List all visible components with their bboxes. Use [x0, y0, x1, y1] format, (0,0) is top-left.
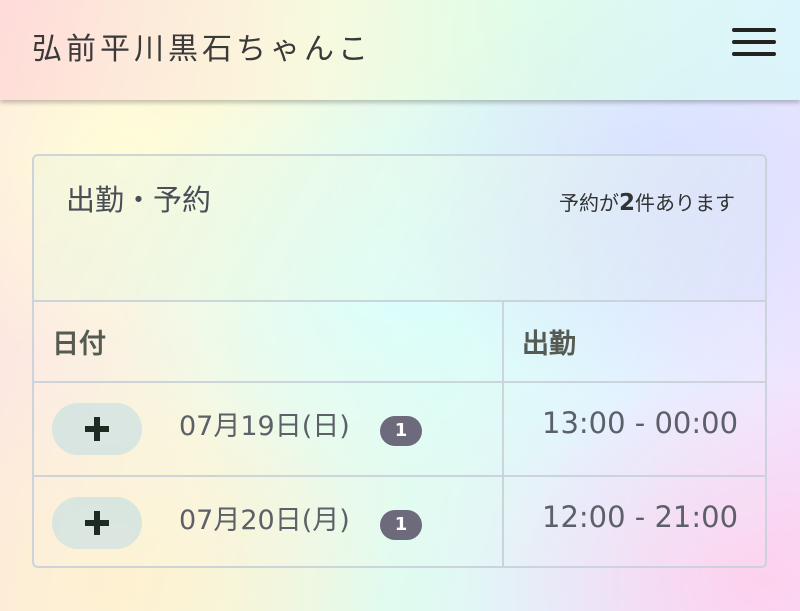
card-header: 出勤・予約 予約が2件あります — [34, 156, 765, 302]
attendance-reservation-card: 出勤・予約 予約が2件あります 日付 出勤 07月19日(日) 1 13:00 … — [32, 154, 767, 568]
reservation-count-badge: 1 — [380, 510, 422, 540]
menu-bar — [732, 52, 776, 56]
reservation-count-badge: 1 — [380, 416, 422, 446]
reservation-count-note: 予約が2件あります — [559, 188, 735, 218]
app-title: 弘前平川黒石ちゃんこ — [32, 32, 372, 67]
app-header: 弘前平川黒石ちゃんこ — [0, 0, 800, 100]
schedule-table: 日付 出勤 07月19日(日) 1 13:00 - 00:00 07月20日(月… — [34, 302, 765, 566]
date-text: 07月20日(月) — [179, 505, 350, 536]
menu-bar — [732, 40, 776, 44]
table-header-row: 日付 出勤 — [34, 302, 765, 383]
shift-cell: 12:00 - 21:00 — [503, 476, 765, 566]
shift-time: 12:00 - 21:00 — [542, 500, 739, 534]
plus-icon — [94, 511, 100, 535]
date-cell: 07月19日(日) 1 — [34, 382, 504, 477]
column-header-shift: 出勤 — [503, 302, 765, 383]
add-reservation-button[interactable] — [52, 497, 142, 549]
reservation-note-prefix: 予約が — [558, 191, 619, 215]
hamburger-menu-icon[interactable] — [730, 24, 778, 62]
date-text: 07月19日(日) — [179, 411, 350, 442]
reservation-note-suffix: 件あります — [635, 191, 735, 215]
table-row: 07月19日(日) 1 13:00 - 00:00 — [34, 382, 765, 477]
card-title: 出勤・予約 — [66, 183, 212, 217]
add-reservation-button[interactable] — [52, 403, 142, 455]
column-header-date: 日付 — [34, 302, 504, 383]
date-cell: 07月20日(月) 1 — [34, 476, 504, 566]
menu-bar — [732, 28, 776, 32]
reservation-count: 2 — [618, 190, 635, 216]
plus-icon — [94, 417, 100, 441]
table-row: 07月20日(月) 1 12:00 - 21:00 — [34, 476, 765, 566]
shift-cell: 13:00 - 00:00 — [503, 382, 765, 477]
shift-time: 13:00 - 00:00 — [542, 406, 739, 440]
